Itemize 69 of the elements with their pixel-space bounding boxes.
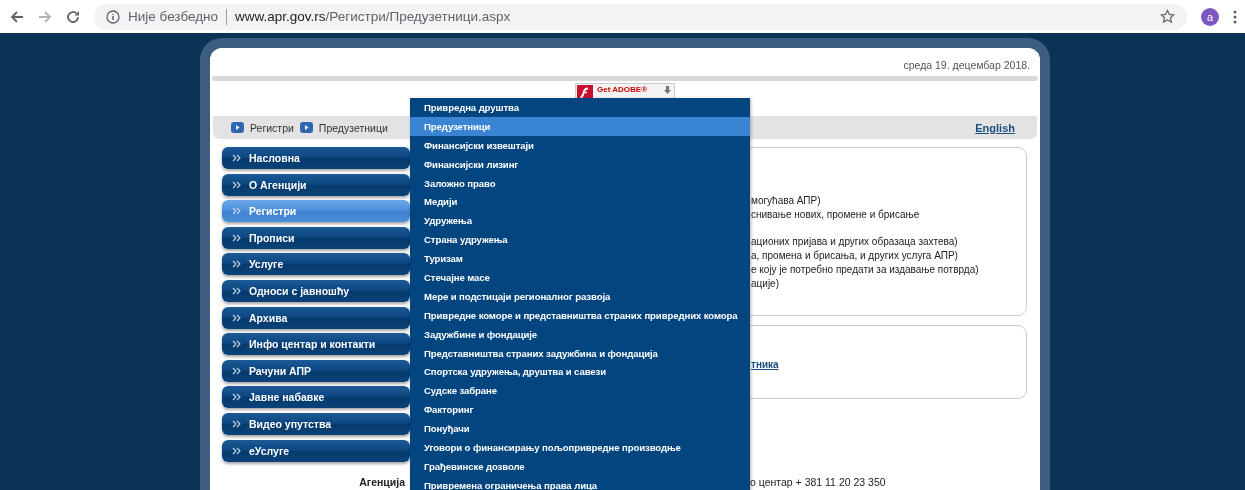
address-bar[interactable]: Није безбедно www.apr.gov.rs/Регистри/Предузетници.aspx	[94, 3, 1187, 30]
text-line: а, промена и брисања, и других услуга АПР)	[751, 248, 959, 263]
footer-text: о центар + 381 11 20 23 350	[750, 475, 886, 488]
menu-item[interactable]: Стечајне масе	[410, 268, 750, 287]
nav-button[interactable]: Видео упутства	[222, 412, 410, 435]
menu-item[interactable]: Привредне коморе и представништва страних привредних комора	[410, 305, 750, 325]
double-chevron-icon	[232, 419, 241, 428]
nav-button[interactable]: Архива	[222, 306, 410, 329]
menu-item[interactable]: Привремена ограничења права лица	[410, 475, 750, 490]
double-chevron-icon	[232, 313, 241, 322]
footer-text: Агенција	[358, 475, 405, 488]
menu-item[interactable]: Спортска удружења, друштва и савези	[410, 362, 750, 382]
menu-item[interactable]: Предузетници	[410, 116, 750, 136]
text-line: е коју је потребно предати за издавање потврда)	[751, 263, 980, 278]
menu-item[interactable]: Судске забране	[410, 381, 750, 401]
menu-item[interactable]: Медији	[410, 192, 750, 212]
arrow-bullet-icon	[299, 122, 313, 133]
text-line: могућава АПР)	[751, 194, 822, 208]
menu-item[interactable]: Заложно право	[410, 173, 750, 193]
star-icon[interactable]	[1160, 9, 1175, 24]
menu-item[interactable]: Понуђачи	[410, 419, 750, 439]
date-text: среда 19. децембар 2018.	[902, 58, 1031, 73]
nav-button[interactable]: Прописи	[222, 226, 410, 249]
menu-item[interactable]: Мере и подстицаји регионалног развоја	[410, 286, 750, 306]
info-icon[interactable]	[106, 9, 120, 24]
arrow-bullet-icon	[231, 122, 244, 133]
back-icon[interactable]	[10, 9, 24, 24]
nav-button[interactable]: О Агенцији	[222, 173, 410, 196]
breadcrumb-link[interactable]: Регистри	[250, 121, 294, 134]
nav-button[interactable]: Регистри	[222, 200, 410, 223]
menu-item[interactable]: Задужбине и фондације	[410, 324, 750, 344]
double-chevron-icon	[232, 180, 241, 189]
nav-button[interactable]: Јавне набавке	[222, 386, 410, 409]
url-text: www.apr.gov.rs/Регистри/Предузетници.aspx	[235, 9, 512, 24]
double-chevron-icon	[232, 393, 241, 402]
menu-item[interactable]: Финансијски извештаји	[410, 135, 750, 155]
double-chevron-icon	[232, 207, 241, 216]
breadcrumb-link[interactable]: Предузетници	[318, 121, 388, 134]
menu-item[interactable]: Туризам	[410, 249, 750, 268]
nav-button[interactable]: Рачуни АПР	[222, 359, 410, 382]
menu-item[interactable]: Финансијски лизинг	[410, 154, 750, 174]
double-chevron-icon	[232, 340, 241, 349]
double-chevron-icon	[232, 446, 241, 455]
double-chevron-icon	[232, 233, 241, 242]
double-chevron-icon	[232, 366, 241, 375]
text-line: снивање нових, промене и брисање	[751, 208, 921, 223]
nav-button[interactable]: Услуге	[222, 253, 410, 276]
double-chevron-icon	[232, 286, 241, 295]
profile-avatar[interactable]: a	[1201, 7, 1219, 26]
text-line: ационих пријава и других образаца захтева)	[751, 234, 959, 249]
nav-button[interactable]: Инфо центар и контакти	[222, 333, 410, 356]
text-line: ације)	[751, 277, 780, 292]
nav-button[interactable]: еУслуге	[222, 439, 410, 462]
reload-icon[interactable]	[66, 9, 80, 24]
language-link[interactable]: English	[975, 121, 1015, 134]
menu-item[interactable]: Удружења	[410, 211, 750, 231]
menu-item[interactable]: Страна удружења	[410, 230, 750, 250]
nav-button[interactable]: Насловна	[222, 147, 410, 169]
document-link[interactable]: тника	[751, 359, 779, 370]
menu-item[interactable]: Представништва страних задужбина и фондација	[410, 343, 750, 363]
download-icon	[664, 86, 671, 94]
nav-button[interactable]: Односи с јавношћу	[222, 279, 410, 302]
security-label: Није безбедно	[128, 9, 218, 24]
double-chevron-icon	[232, 154, 241, 162]
double-chevron-icon	[232, 260, 241, 269]
menu-item[interactable]: Уговори о финансирању пољопривредне производње	[410, 438, 750, 457]
menu-icon[interactable]	[1233, 9, 1237, 24]
menu-item[interactable]: Грађевинске дозволе	[410, 456, 750, 476]
menu-item[interactable]: Факторинг	[410, 400, 750, 420]
